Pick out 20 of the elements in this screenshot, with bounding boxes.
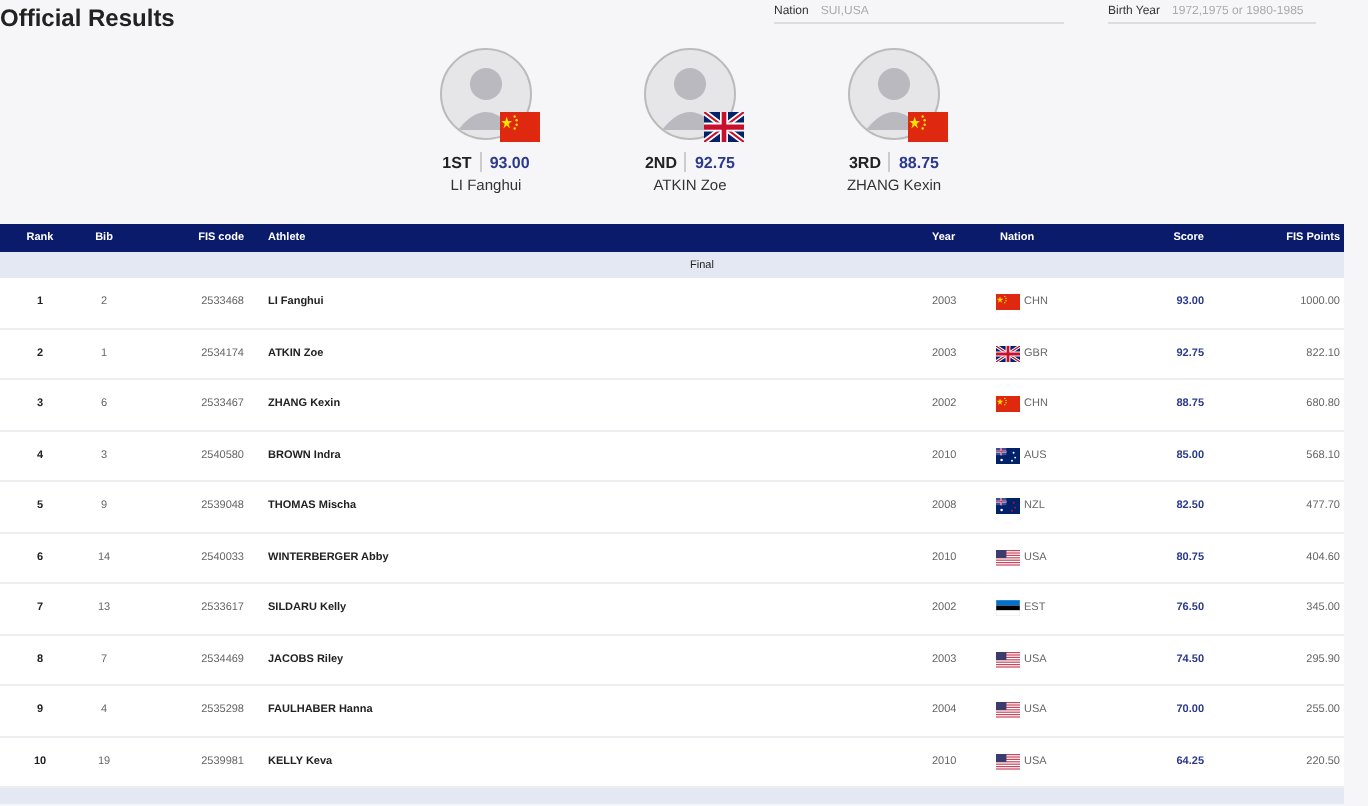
podium-score: 92.75 [694, 153, 736, 171]
flag-icon [704, 112, 744, 142]
podium-place: 1ST [442, 153, 472, 171]
flag-icon [996, 498, 1020, 515]
flag-icon [996, 294, 1020, 311]
flag-icon [996, 396, 1020, 413]
flag-icon [996, 549, 1020, 566]
podium-place: 3RD [848, 153, 881, 171]
flag-icon [996, 651, 1020, 668]
flag-icon [996, 447, 1020, 464]
flag-icon [996, 702, 1020, 719]
page-title: Official Results [0, 4, 175, 32]
flag-icon [500, 112, 540, 142]
flag-icon [996, 345, 1020, 362]
podium-score: 93.00 [489, 153, 530, 171]
podium-score: 88.75 [898, 153, 940, 171]
flag-icon [996, 753, 1020, 770]
flag-icon [996, 600, 1020, 617]
podium-place: 2ND [644, 153, 677, 171]
flag-icon [908, 112, 948, 142]
